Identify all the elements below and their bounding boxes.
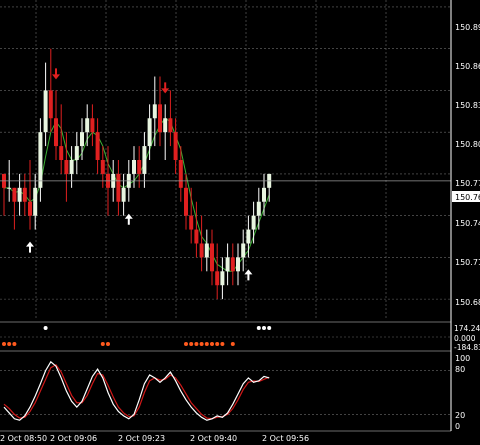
candle-body — [168, 118, 173, 133]
price-tick-label: 150.80 — [455, 140, 480, 149]
time-tick-label: 2 Oct 09:23 — [118, 434, 165, 443]
current-price-label: 150.76 — [455, 193, 480, 202]
candle-body — [116, 173, 121, 202]
candle-body — [152, 104, 157, 119]
orange-dot — [220, 342, 225, 346]
candle-body — [59, 146, 64, 160]
time-tick-label: 2 Oct 09:06 — [50, 434, 97, 443]
stochastic-tick-label: 0 — [455, 422, 460, 431]
candle-body — [189, 215, 194, 230]
candle-body — [163, 118, 168, 133]
orange-dot — [12, 342, 17, 346]
orange-dot — [7, 342, 12, 346]
stochastic-tick-label: 100 — [455, 354, 470, 363]
candle-body — [95, 132, 100, 160]
stochastic-tick-label: 20 — [455, 411, 465, 420]
orange-dot — [106, 342, 110, 346]
candle-body — [241, 243, 246, 258]
orange-dot — [2, 342, 6, 346]
white-dot — [43, 326, 48, 330]
orange-dot — [184, 342, 188, 346]
white-dot — [267, 326, 272, 330]
time-tick-label: 2 Oct 09:40 — [190, 434, 237, 443]
candle-body — [236, 257, 240, 272]
candle-body — [147, 118, 152, 147]
candle-body — [80, 132, 84, 147]
price-tick-label: 150.74 — [455, 219, 480, 228]
candle-body — [17, 187, 22, 202]
time-tick-label: 2 Oct 08:50 — [0, 434, 47, 443]
candle-body — [142, 146, 147, 174]
price-tick-label: 150.83 — [455, 101, 480, 110]
price-tick-label: 150.89 — [455, 23, 480, 32]
candle-body — [64, 160, 69, 174]
candle-body — [74, 146, 79, 160]
candle-body — [225, 257, 230, 272]
white-dot — [256, 326, 261, 330]
time-tick-label: 2 Oct 09:56 — [262, 434, 309, 443]
orange-dot — [230, 342, 235, 346]
candle-body — [90, 118, 95, 133]
candle-body — [12, 187, 17, 202]
candle-body — [137, 160, 142, 174]
candle-body — [100, 160, 105, 174]
orange-dot — [194, 342, 199, 346]
price-tick-label: 150.77 — [455, 179, 480, 188]
trading-chart[interactable]: 150.89 150.86 150.83 150.80 150.77 150.7… — [0, 0, 480, 445]
price-tick-label: 150.68 — [455, 298, 480, 307]
orange-dot — [100, 342, 105, 346]
orange-dot — [204, 342, 209, 346]
candle-body — [43, 90, 48, 133]
candle-body — [132, 160, 136, 174]
candle-body — [48, 90, 53, 119]
candle-body — [246, 229, 251, 244]
candle-body — [204, 243, 209, 258]
candle-body — [194, 229, 199, 244]
indicator-tick-label: 174.240 — [454, 324, 480, 333]
candle-body — [215, 271, 220, 286]
price-tick-label: 150.86 — [455, 62, 480, 71]
orange-dot — [210, 342, 214, 346]
candle-body — [158, 104, 162, 133]
candle-body — [262, 187, 266, 202]
candle-body — [69, 160, 74, 174]
white-dot — [262, 326, 266, 330]
candle-body — [251, 215, 256, 230]
candle-body — [220, 271, 225, 286]
candle-body — [7, 187, 12, 189]
orange-dot — [215, 342, 220, 346]
stochastic-tick-label: 80 — [455, 365, 465, 374]
orange-dot — [189, 342, 194, 346]
orange-dot — [199, 342, 204, 346]
candle-body — [85, 118, 90, 133]
candle-body — [38, 132, 43, 188]
candle-body — [28, 201, 32, 216]
candle-body — [184, 187, 188, 216]
candle-body — [230, 257, 235, 272]
price-tick-label: 150.71 — [455, 258, 480, 267]
candle-body — [33, 187, 38, 216]
indicator-tick-label: -184.83 — [454, 343, 480, 352]
candle-body — [121, 187, 126, 202]
candle-body — [178, 160, 183, 188]
candle-body — [173, 132, 178, 160]
candle-body — [199, 243, 204, 258]
indicator-tick-label: 0.000 — [454, 334, 476, 343]
chart-background — [0, 0, 480, 445]
candle-body — [22, 187, 27, 202]
candle-body — [54, 118, 58, 147]
candle-body — [210, 243, 214, 272]
candle-body — [256, 201, 261, 216]
